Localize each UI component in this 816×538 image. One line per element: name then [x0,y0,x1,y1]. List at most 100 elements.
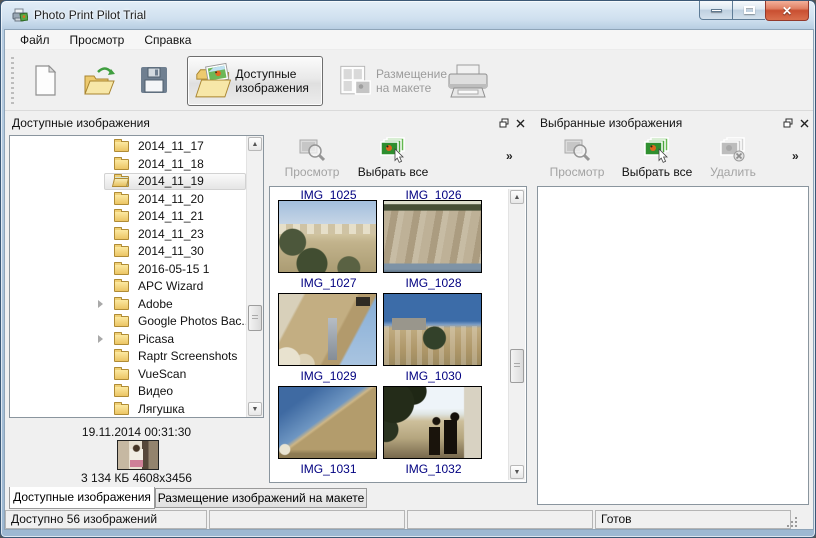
scroll-up-icon[interactable]: ▲ [510,190,524,204]
thumbnails-scrollbar[interactable]: ▲ ▼ [508,189,525,480]
selected-images-list[interactable] [537,186,809,505]
minimize-icon [711,9,722,12]
new-document-icon [31,65,59,97]
minimize-button[interactable] [699,1,733,20]
folder-icon [114,211,129,222]
tree-item[interactable]: 2014_11_23 [10,226,263,244]
close-icon: ✕ [782,5,792,17]
tree-item[interactable]: Видео [10,383,263,401]
tree-item[interactable]: APC Wizard [10,278,263,296]
tree-item[interactable]: Raptr Screenshots [10,348,263,366]
thumbnail-photo[interactable] [278,293,377,366]
folder-icon [114,159,129,170]
new-document-button[interactable] [31,65,59,102]
tree-item-selected[interactable]: 2014_11_19 [10,173,263,191]
tree-item[interactable]: 2014_11_18 [10,156,263,174]
thumbnail-item[interactable]: IMG_1027 [278,200,379,290]
thumbnail-photo[interactable] [383,293,482,366]
tree-item[interactable]: Google Photos Bac... [10,313,263,331]
selected-preview-label: Просмотр [550,165,605,179]
maximize-button[interactable] [733,1,765,20]
select-all-icon [380,137,406,163]
thumbnail-item[interactable]: IMG_1032 [383,386,484,476]
tree-item[interactable]: 2014_11_17 [10,138,263,156]
selected-image-size: 3 134 КБ 4608x3456 [9,471,264,485]
scroll-down-icon[interactable]: ▼ [248,402,262,416]
available-images-toolbar-button[interactable]: Доступные изображения [187,56,323,106]
available-images-panel-title: Доступные изображения [12,116,150,130]
tree-scrollbar-thumb[interactable] [248,305,262,331]
expand-arrow-icon[interactable] [98,300,103,308]
select-all-icon [644,137,670,163]
thumbnail-label: IMG_1029 [278,369,379,383]
tree-item-label: 2014_11_20 [138,192,204,206]
selected-toolbar-overflow-icon[interactable]: » [792,149,799,163]
selected-select-all-button[interactable]: Выбрать все [615,137,699,183]
tab-available-images[interactable]: Доступные изображения [9,487,155,509]
thumbnail-item[interactable]: IMG_1031 [278,386,379,476]
thumbnail-label: IMG_1032 [383,462,484,476]
scroll-up-icon[interactable]: ▲ [248,137,262,151]
tree-item[interactable]: 2016-05-15 1 [10,261,263,279]
menu-file[interactable]: Файл [10,31,60,49]
menu-view[interactable]: Просмотр [60,31,135,49]
tree-item[interactable]: Adobe [10,296,263,314]
thumbs-select-all-label: Выбрать все [358,165,429,179]
tree-item[interactable]: Picasa [10,331,263,349]
window-title: Photo Print Pilot Trial [34,8,146,22]
selected-preview-button: Просмотр [541,137,613,183]
folder-icon [114,194,129,205]
tree-item[interactable]: Лягушка [10,401,263,419]
open-button[interactable] [83,67,117,102]
tree-item[interactable]: 2014_11_21 [10,208,263,226]
available-images-panel-header: Доступные изображения [5,113,529,133]
tree-item-label: Лягушка [138,402,185,416]
thumbnail-photo[interactable] [383,200,482,273]
menu-help[interactable]: Справка [134,31,201,49]
thumbnail-photo[interactable] [383,386,482,459]
thumbnail-label: IMG_1027 [278,276,379,290]
tab-layout-placement[interactable]: Размещение изображений на макете [155,488,367,508]
preview-icon [299,137,325,163]
thumbs-select-all-button[interactable]: Выбрать все [351,137,435,183]
thumbnail-item[interactable]: IMG_1028 [383,200,484,290]
float-panel-icon [499,118,509,128]
selected-image-date: 19.11.2014 00:31:30 [9,425,264,439]
toolbar-drag-handle[interactable] [11,57,14,105]
thumbs-toolbar-overflow-icon[interactable]: » [506,149,513,163]
float-panel-button[interactable] [781,116,795,130]
thumbnail-item[interactable]: IMG_1029 [278,293,379,383]
tree-item[interactable]: 2014_11_30 [10,243,263,261]
thumbnails-scrollbar-thumb[interactable] [510,349,524,383]
close-panel-button[interactable] [513,116,527,130]
selected-images-panel-title: Выбранные изображения [540,116,682,130]
thumbnail-photo[interactable] [278,386,377,459]
thumbnail-photo[interactable] [278,200,377,273]
thumbs-preview-button: Просмотр [276,137,348,183]
folder-tree[interactable]: 2014_11_17 2014_11_18 2014_11_19 2014_11… [9,135,264,418]
close-window-button[interactable]: ✕ [765,1,809,21]
preview-icon [564,137,590,163]
tree-scrollbar[interactable]: ▲ ▼ [246,136,263,417]
expand-arrow-icon[interactable] [98,335,103,343]
titlebar[interactable]: Photo Print Pilot Trial ✕ [1,1,815,29]
thumbnail-label: IMG_1030 [383,369,484,383]
folder-icon [114,351,129,362]
tree-item[interactable]: VueScan [10,366,263,384]
window-controls: ✕ [699,1,809,21]
save-button[interactable] [140,66,168,99]
maximize-icon [744,6,755,14]
folder-icon [114,264,129,275]
print-button [445,63,491,106]
tree-item-label: Raptr Screenshots [138,349,237,363]
scroll-down-icon[interactable]: ▼ [510,465,524,479]
tree-item[interactable]: 2014_11_20 [10,191,263,209]
float-panel-button[interactable] [497,116,511,130]
folder-icon [114,246,129,257]
thumbnails-list[interactable]: IMG_1025 IMG_1026 IMG_1027 IMG_1028 IMG_… [269,186,527,483]
layout-button-label: Размещение на макете [376,67,453,95]
close-panel-button[interactable] [797,116,811,130]
tree-item-label: 2014_11_23 [138,227,204,241]
resize-grip[interactable] [787,517,797,527]
thumbnail-item[interactable]: IMG_1030 [383,293,484,383]
